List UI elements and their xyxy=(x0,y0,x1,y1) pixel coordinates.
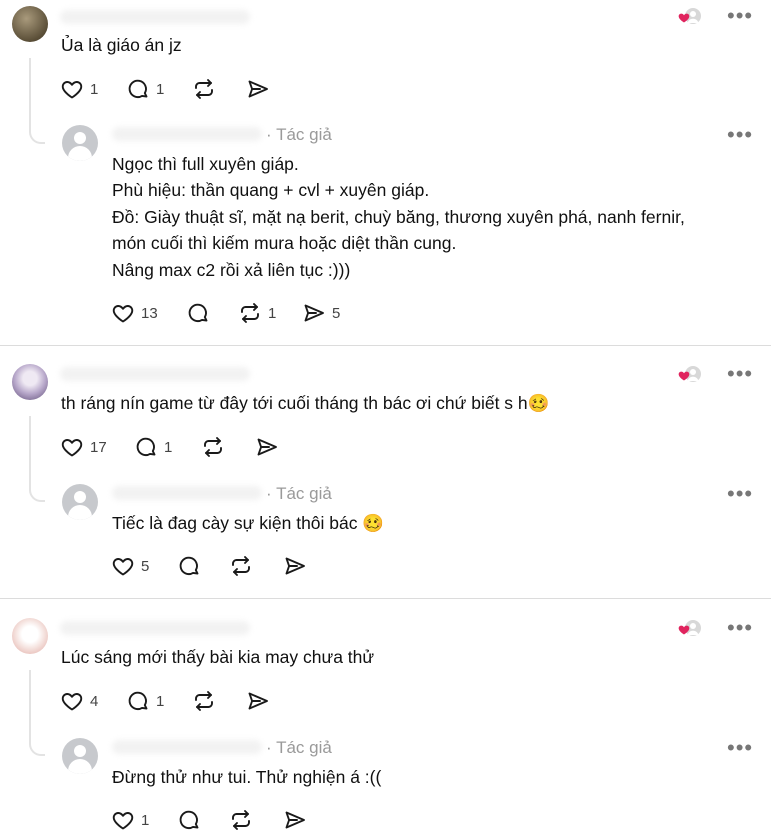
username-hidden[interactable] xyxy=(60,10,250,24)
share-button[interactable] xyxy=(283,552,307,580)
author-avatar[interactable] xyxy=(62,125,98,161)
thread-divider xyxy=(0,345,771,346)
username-hidden[interactable] xyxy=(112,740,262,754)
author-avatar[interactable] xyxy=(62,484,98,520)
share-button[interactable] xyxy=(283,806,307,834)
comment-text: th ráng nín game từ đây tới cuối tháng t… xyxy=(61,393,550,413)
heart-icon xyxy=(60,689,84,713)
send-icon xyxy=(302,301,326,325)
heart-icon xyxy=(111,301,135,325)
repost-button[interactable] xyxy=(201,433,225,461)
liked-by-author-icon xyxy=(678,364,702,384)
repost-button[interactable] xyxy=(229,806,253,834)
more-icon[interactable]: ••• xyxy=(727,124,753,146)
reply-text-line: Nâng max c2 rồi xả liên tục :))) xyxy=(112,260,351,280)
repost-icon xyxy=(192,689,216,713)
repost-icon xyxy=(201,435,225,459)
reply-button[interactable] xyxy=(177,552,201,580)
more-icon[interactable]: ••• xyxy=(727,737,753,759)
repost-icon xyxy=(238,301,262,325)
share-button[interactable]: 5 xyxy=(302,299,340,327)
heart-icon xyxy=(60,435,84,459)
comment-icon xyxy=(177,808,201,832)
like-button[interactable]: 17 xyxy=(60,433,107,461)
like-button[interactable]: 13 xyxy=(111,299,158,327)
send-icon xyxy=(246,77,270,101)
send-icon xyxy=(246,689,270,713)
author-tag: · Tác giả xyxy=(266,125,332,144)
heart-icon xyxy=(60,77,84,101)
reply-button[interactable]: 1 xyxy=(126,687,164,715)
comment-icon xyxy=(134,435,158,459)
share-button[interactable] xyxy=(246,687,270,715)
send-icon xyxy=(283,808,307,832)
liked-by-author-icon xyxy=(678,6,702,26)
reply-button[interactable] xyxy=(186,299,210,327)
share-button[interactable] xyxy=(255,433,279,461)
reply-text-line: Ngọc thì full xuyên giáp. xyxy=(112,154,299,174)
thread-divider xyxy=(0,598,771,599)
thread-line xyxy=(29,670,45,756)
thread-line xyxy=(29,416,45,502)
reply-button[interactable] xyxy=(177,806,201,834)
username-hidden[interactable] xyxy=(112,127,262,141)
reply-button[interactable]: 1 xyxy=(126,75,164,103)
repost-icon xyxy=(229,554,253,578)
repost-button[interactable] xyxy=(229,552,253,580)
reply-text-line: Đồ: Giày thuật sĩ, mặt nạ berit, chuỳ bă… xyxy=(112,207,685,227)
repost-icon xyxy=(229,808,253,832)
comment-text: Lúc sáng mới thấy bài kia may chưa thử xyxy=(61,647,375,667)
more-icon[interactable]: ••• xyxy=(727,363,753,385)
repost-button[interactable] xyxy=(192,75,216,103)
avatar[interactable] xyxy=(12,618,48,654)
reply-text-line: món cuối thì kiếm mura hoặc diệt thần cu… xyxy=(112,233,457,253)
author-avatar[interactable] xyxy=(62,738,98,774)
comment-icon xyxy=(177,554,201,578)
more-icon[interactable]: ••• xyxy=(727,617,753,639)
author-tag: · Tác giả xyxy=(266,738,332,757)
send-icon xyxy=(255,435,279,459)
username-hidden[interactable] xyxy=(112,486,262,500)
thread-line xyxy=(29,58,45,144)
heart-icon xyxy=(111,554,135,578)
like-button[interactable]: 4 xyxy=(60,687,98,715)
comment-text: Ủa là giáo án jz xyxy=(61,35,182,55)
avatar[interactable] xyxy=(12,6,48,42)
more-icon[interactable]: ••• xyxy=(727,5,753,27)
repost-button[interactable]: 1 xyxy=(238,299,276,327)
like-button[interactable]: 5 xyxy=(111,552,149,580)
avatar[interactable] xyxy=(12,364,48,400)
share-button[interactable] xyxy=(246,75,270,103)
send-icon xyxy=(283,554,307,578)
repost-icon xyxy=(192,77,216,101)
reply-text-line: Tiếc là đag cày sự kiện thôi bác 🥴 xyxy=(112,513,385,533)
comment-icon xyxy=(126,689,150,713)
like-button[interactable]: 1 xyxy=(60,75,98,103)
more-icon[interactable]: ••• xyxy=(727,483,753,505)
liked-by-author-icon xyxy=(678,618,702,638)
reply-text-line: Đừng thử như tui. Thử nghiện á :(( xyxy=(112,767,382,787)
reply-button[interactable]: 1 xyxy=(134,433,172,461)
like-button[interactable]: 1 xyxy=(111,806,149,834)
author-tag: · Tác giả xyxy=(266,484,332,503)
username-hidden[interactable] xyxy=(60,367,250,381)
comment-icon xyxy=(126,77,150,101)
username-hidden[interactable] xyxy=(60,621,250,635)
repost-button[interactable] xyxy=(192,687,216,715)
heart-icon xyxy=(111,808,135,832)
reply-text-line: Phù hiệu: thần quang + cvl + xuyên giáp. xyxy=(112,180,430,200)
comment-icon xyxy=(186,301,210,325)
